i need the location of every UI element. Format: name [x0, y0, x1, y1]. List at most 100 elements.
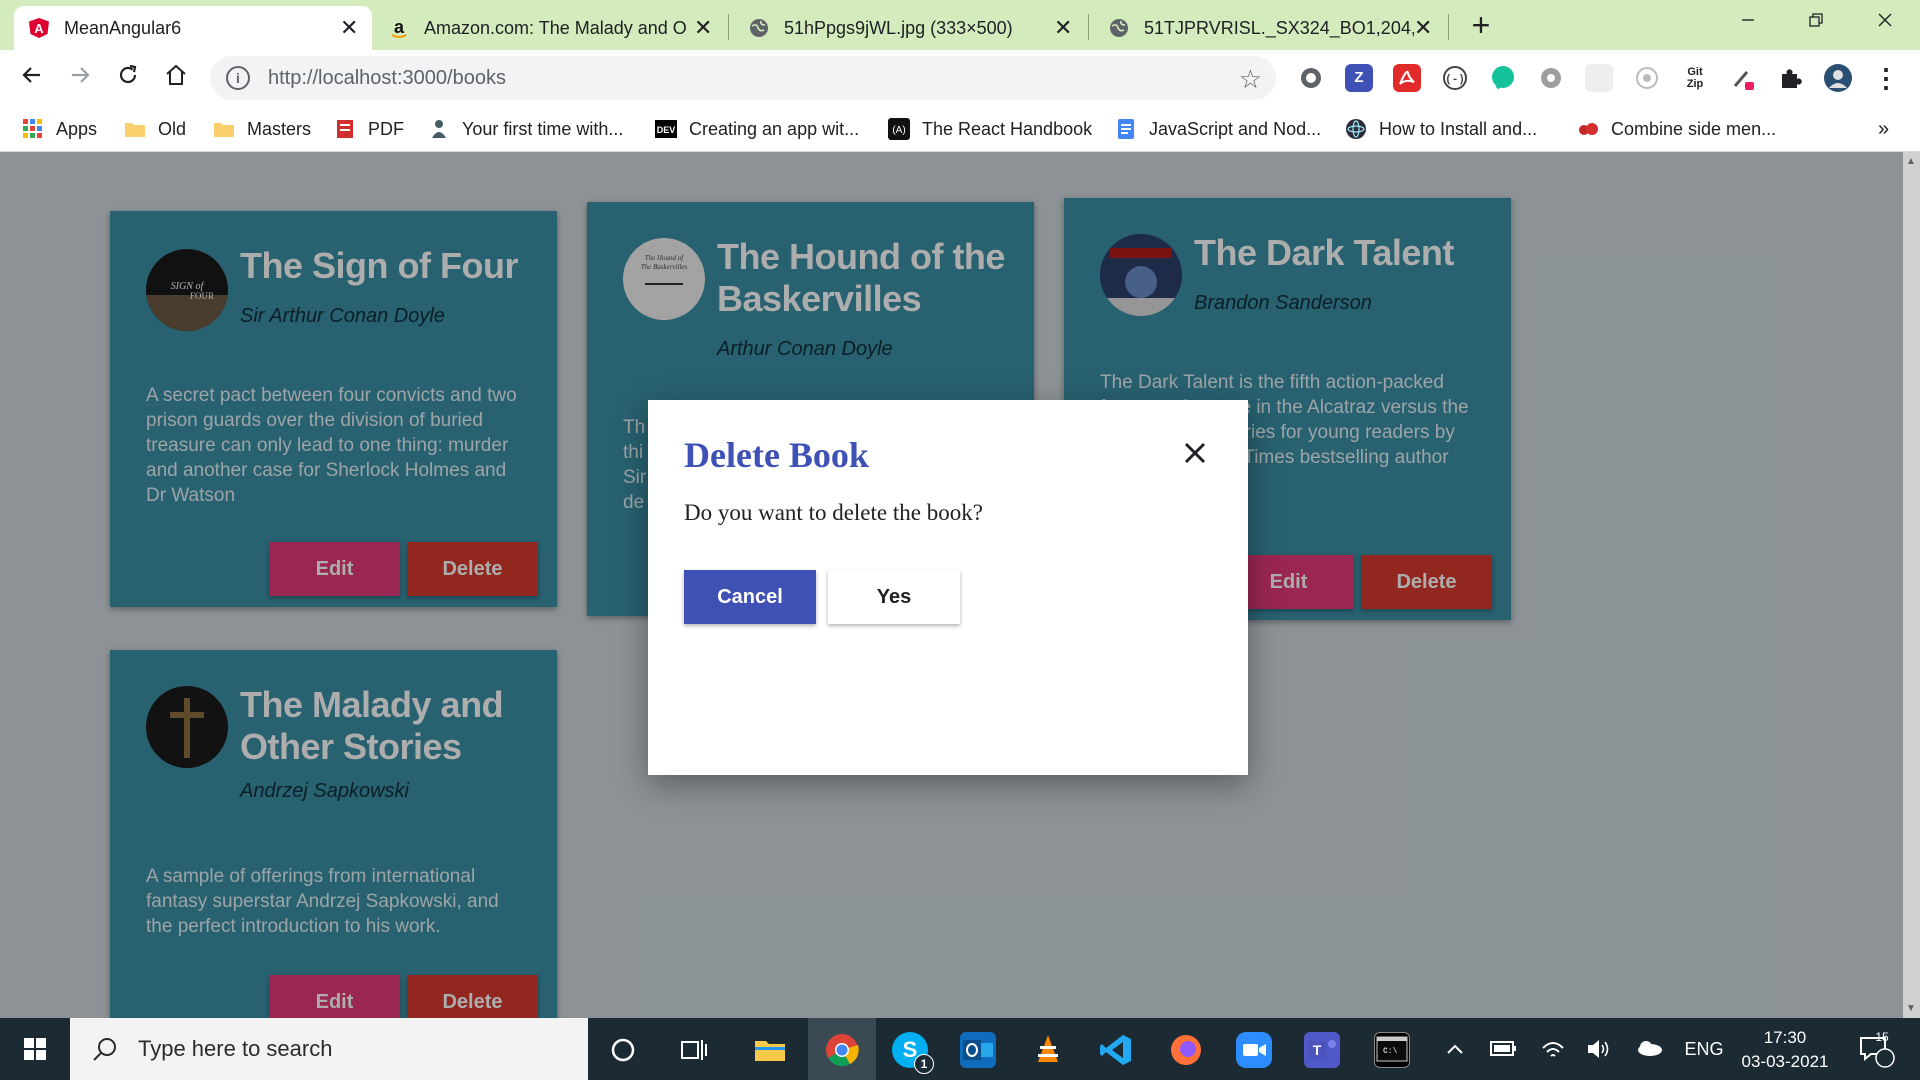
profile-avatar[interactable] — [1824, 64, 1852, 92]
tab-image-2[interactable]: 51TJPRVRISL._SX324_BO1,204,20 ✕ — [1094, 6, 1446, 50]
onedrive-icon[interactable] — [1632, 1018, 1666, 1080]
person-icon — [432, 120, 446, 138]
vlc-icon[interactable] — [1030, 1032, 1066, 1068]
bookmark-how-to-install[interactable]: How to Install and... — [1345, 116, 1537, 142]
volume-icon[interactable] — [1583, 1018, 1613, 1080]
reload-icon[interactable] — [110, 60, 146, 96]
bookmark-masters[interactable]: Masters — [213, 116, 311, 142]
forward-icon[interactable] — [62, 60, 98, 96]
search-placeholder: Type here to search — [138, 1036, 333, 1061]
folder-icon — [125, 123, 145, 137]
puzzle-extensions-icon[interactable] — [1777, 64, 1805, 92]
scroll-down-icon[interactable]: ▼ — [1906, 1003, 1916, 1014]
close-icon[interactable] — [1178, 436, 1212, 470]
show-hidden-icons-icon[interactable] — [1440, 1018, 1470, 1080]
docs-icon — [1118, 119, 1134, 139]
tab-title: 51hPpgs9jWL.jpg (333×500) — [784, 17, 1013, 38]
notification-center-icon[interactable]: 15 — [1852, 1018, 1898, 1080]
bookmark-pdf[interactable]: PDF — [334, 116, 404, 142]
tab-title: 51TJPRVRISL._SX324_BO1,204,20 — [1144, 17, 1414, 38]
site-info-icon[interactable]: i — [226, 66, 250, 90]
task-view-icon[interactable] — [676, 1032, 712, 1068]
windows-start-icon[interactable] — [0, 1018, 70, 1080]
grammarly-icon[interactable] — [1489, 64, 1517, 92]
tab-amazon[interactable]: a Amazon.com: The Malady and O ✕ — [374, 6, 726, 50]
openai-icon[interactable] — [1537, 64, 1565, 92]
extension-circle-icon[interactable] — [1297, 64, 1325, 92]
close-icon[interactable]: ✕ — [694, 15, 712, 41]
bookmark-star-icon[interactable]: ☆ — [1239, 64, 1262, 95]
bookmark-label: Your first time with... — [462, 118, 624, 139]
close-icon[interactable]: ✕ — [340, 15, 358, 41]
url-text[interactable]: http://localhost:3000/books — [268, 67, 506, 90]
clock-time: 17:30 — [1763, 1028, 1807, 1047]
language-indicator[interactable]: ENG — [1680, 1018, 1728, 1080]
browser-tab-strip: A MeanAngular6 ✕ a Amazon.com: The Malad… — [0, 0, 1920, 50]
cortana-icon[interactable] — [605, 1032, 641, 1068]
battery-icon[interactable] — [1488, 1018, 1518, 1080]
amazon-icon: a — [388, 17, 410, 39]
notification-count: 15 — [1875, 1030, 1889, 1044]
bookmark-label: Apps — [56, 118, 98, 139]
zoom-icon[interactable] — [1236, 1032, 1272, 1068]
bookmark-label: Combine side men... — [1611, 118, 1777, 139]
page-scrollbar[interactable]: ▲ ▼ — [1903, 152, 1920, 1018]
close-icon[interactable]: ✕ — [1414, 15, 1432, 41]
zotero-icon[interactable]: Z — [1345, 64, 1373, 92]
bookmark-label: The React Handbook — [922, 118, 1093, 139]
pdf-icon[interactable] — [1393, 64, 1421, 92]
bookmarks-overflow-icon[interactable]: » — [1878, 116, 1889, 142]
chrome-menu-icon[interactable]: ⋮ — [1872, 64, 1900, 92]
terminal-icon[interactable]: C:\ — [1374, 1032, 1410, 1068]
bookmark-javascript-node[interactable]: JavaScript and Nod... — [1115, 116, 1321, 142]
new-tab-button[interactable]: + — [1464, 8, 1498, 42]
git-zip-icon[interactable]: Git Zip — [1681, 64, 1709, 92]
scroll-up-icon[interactable]: ▲ — [1906, 156, 1916, 167]
globe-icon — [1108, 17, 1130, 39]
address-bar[interactable]: i http://localhost:3000/books ☆ — [210, 56, 1276, 100]
angular-icon: A — [28, 17, 50, 39]
bookmark-react-handbook[interactable]: (A) The React Handbook — [888, 116, 1092, 142]
window-close-icon[interactable] — [1855, 0, 1915, 44]
taskbar-search-box[interactable]: Type here to search — [70, 1018, 588, 1080]
file-explorer-icon[interactable] — [752, 1032, 788, 1068]
bookmark-label: PDF — [368, 118, 404, 139]
tab-meanangular6[interactable]: A MeanAngular6 ✕ — [14, 6, 372, 50]
grid-extension-icon[interactable] — [1585, 64, 1613, 92]
chrome-icon[interactable] — [824, 1032, 860, 1068]
firefox-icon[interactable] — [1168, 1032, 1204, 1068]
bookmark-apps[interactable]: Apps — [22, 116, 97, 142]
globe-icon — [748, 17, 770, 39]
restore-icon[interactable] — [1786, 0, 1846, 44]
tab-separator — [1088, 14, 1089, 40]
minimize-icon[interactable] — [1718, 0, 1778, 44]
teams-icon[interactable]: T — [1304, 1032, 1340, 1068]
bookmark-label: JavaScript and Nod... — [1149, 118, 1322, 139]
cancel-button[interactable]: Cancel — [684, 570, 816, 624]
bookmark-dev[interactable]: DEV Creating an app wit... — [655, 116, 859, 142]
outlook-icon[interactable] — [960, 1032, 996, 1068]
wifi-icon[interactable] — [1538, 1018, 1568, 1080]
vscode-icon[interactable] — [1098, 1032, 1134, 1068]
tab-image-1[interactable]: 51hPpgs9jWL.jpg (333×500) ✕ — [734, 6, 1086, 50]
confirm-delete-button[interactable]: Yes — [828, 570, 960, 624]
close-icon[interactable]: ✕ — [1054, 15, 1072, 41]
combine-icon — [1579, 123, 1598, 135]
taskbar-clock[interactable]: 17:30 03-03-2021 — [1730, 1026, 1840, 1074]
react-handbook-icon: (A) — [888, 118, 910, 140]
tab-separator — [1448, 14, 1449, 40]
browser-toolbar: i http://localhost:3000/books ☆ Z (-) Gi… — [0, 50, 1920, 106]
bookmark-combine-side[interactable]: Combine side men... — [1577, 116, 1776, 142]
circle-extension-icon[interactable] — [1633, 64, 1661, 92]
bookmark-label: Creating an app wit... — [689, 118, 860, 139]
bookmark-old[interactable]: Old — [124, 116, 186, 142]
bookmark-label: Masters — [247, 118, 312, 139]
delete-book-dialog: Delete Book Do you want to delete the bo… — [648, 400, 1248, 775]
eyedropper-icon[interactable] — [1729, 64, 1757, 92]
back-icon[interactable] — [14, 60, 50, 96]
code-icon[interactable]: (-) — [1441, 64, 1469, 92]
skype-badge: 1 — [914, 1054, 934, 1074]
bookmark-first-time[interactable]: Your first time with... — [428, 116, 623, 142]
home-icon[interactable] — [158, 60, 194, 96]
bookmarks-bar: Apps Old Masters PDF Your first time wit… — [0, 106, 1920, 152]
